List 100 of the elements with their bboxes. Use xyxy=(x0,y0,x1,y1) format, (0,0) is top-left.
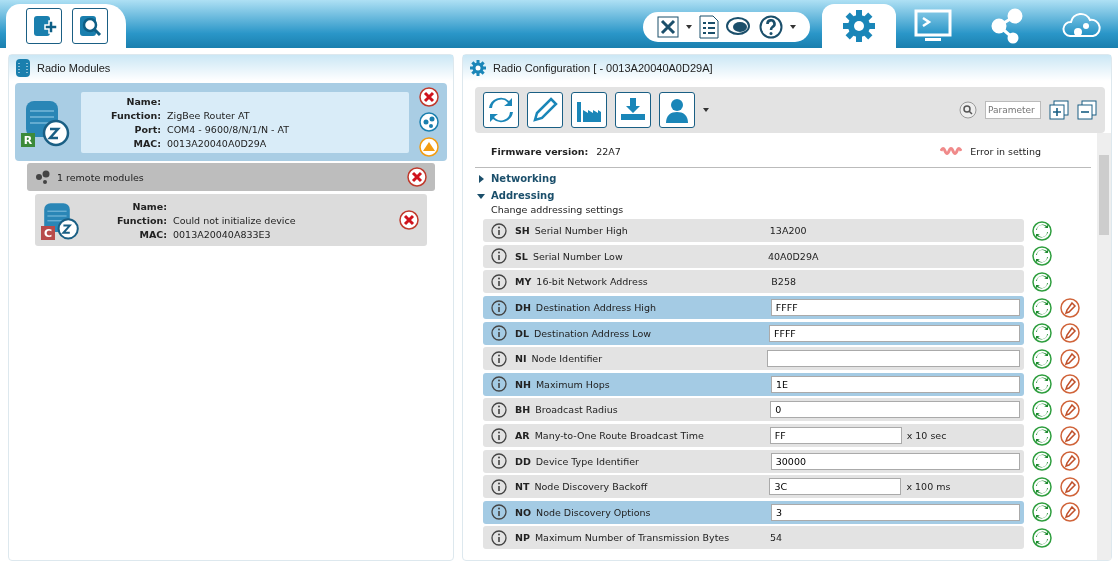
refresh-icon[interactable] xyxy=(1032,425,1052,446)
refresh-icon[interactable] xyxy=(1032,272,1052,292)
parameter-code: SH xyxy=(515,225,530,237)
parameter-name: Many-to-One Route Broadcast Time xyxy=(534,430,705,442)
info-icon[interactable] xyxy=(491,401,507,418)
write-icon[interactable] xyxy=(1060,323,1080,344)
refresh-icon[interactable] xyxy=(1032,246,1052,267)
legend-text: Error in setting xyxy=(970,145,1041,157)
checklist-icon[interactable] xyxy=(699,15,719,39)
info-icon[interactable] xyxy=(491,478,507,495)
info-icon[interactable] xyxy=(491,453,507,470)
parameter-name: Node Discovery Backoff xyxy=(534,481,649,493)
info-icon[interactable] xyxy=(491,427,507,444)
panel-title: Radio Modules xyxy=(37,62,111,74)
write-icon[interactable] xyxy=(1060,425,1080,446)
info-icon[interactable] xyxy=(491,274,507,290)
close-icon[interactable] xyxy=(419,87,439,107)
info-icon[interactable] xyxy=(491,299,507,316)
parameter-input[interactable]: FFFF xyxy=(768,324,1020,342)
info-icon[interactable] xyxy=(491,325,507,342)
expand-all-icon[interactable] xyxy=(1049,100,1069,120)
parameter-input[interactable]: 30000 xyxy=(770,452,1020,470)
parameter-input[interactable]: 3 xyxy=(771,503,1020,521)
close-icon[interactable] xyxy=(407,167,427,187)
field-label: Port: xyxy=(133,123,161,135)
write-icon[interactable] xyxy=(1060,502,1080,523)
parameter-name: Maximum Number of Transmission Bytes xyxy=(534,532,731,544)
unit-label: x 10 sec xyxy=(906,430,947,442)
parameter-input[interactable]: FF xyxy=(769,427,902,445)
refresh-icon[interactable] xyxy=(1032,399,1052,420)
refresh-icon[interactable] xyxy=(1032,323,1052,344)
remote-modules-header[interactable]: 1 remote modules xyxy=(27,163,435,191)
refresh-icon[interactable] xyxy=(1032,476,1052,497)
role-badge: C xyxy=(41,226,55,240)
close-icon[interactable] xyxy=(399,210,419,230)
info-icon[interactable] xyxy=(491,376,507,393)
firmware-label: Firmware version: xyxy=(491,145,589,157)
section-header[interactable]: Addressing xyxy=(475,187,1091,204)
section-header[interactable]: Networking xyxy=(475,170,1091,187)
info-icon[interactable] xyxy=(491,248,507,265)
field-label: MAC: xyxy=(138,228,167,240)
write-icon[interactable] xyxy=(1060,297,1080,318)
firmware-value: 22A7 xyxy=(596,145,621,157)
refresh-icon[interactable] xyxy=(1032,451,1052,472)
parameter-code: BH xyxy=(515,404,531,416)
info-icon[interactable] xyxy=(491,529,507,546)
parameter-name: Device Type Identifier xyxy=(535,455,640,467)
collapse-all-icon[interactable] xyxy=(1077,100,1097,120)
parameter-input[interactable]: 0 xyxy=(770,401,1020,419)
parameter-code: DH xyxy=(515,302,531,314)
scrollbar[interactable] xyxy=(1097,133,1111,560)
parameter-code: DD xyxy=(515,455,531,467)
parameter-code: SL xyxy=(515,250,528,262)
gear-icon xyxy=(469,59,487,77)
search-field[interactable]: Parameter xyxy=(985,101,1041,119)
refresh-icon[interactable] xyxy=(1032,348,1052,369)
parameter-input[interactable]: 3C xyxy=(769,478,902,496)
monitor-icon[interactable] xyxy=(913,8,953,44)
local-module-card[interactable]: R Name: Function: ZigBee Router AT Port: COM4 - 9600/8/N/1/N - AT MAC: 0013A20040A0D29A xyxy=(15,83,447,161)
network-icon[interactable] xyxy=(989,8,1025,44)
write-icon[interactable] xyxy=(1060,348,1080,369)
field-label: Name: xyxy=(125,95,161,107)
parameter-value: 54 xyxy=(769,532,782,544)
refresh-icon[interactable] xyxy=(1032,297,1052,318)
field-value: ZigBee Router AT xyxy=(167,109,251,121)
caret-icon[interactable] xyxy=(703,108,709,112)
field-value: COM4 - 9600/8/N/1/N - AT xyxy=(167,123,291,135)
write-icon[interactable] xyxy=(1060,374,1080,395)
parameter-name: Destination Address Low xyxy=(533,327,653,339)
parameter-input[interactable] xyxy=(766,350,1020,368)
caret-icon[interactable] xyxy=(686,25,692,29)
refresh-icon[interactable] xyxy=(1032,374,1052,395)
write-icon[interactable] xyxy=(1060,399,1080,420)
configuration-tab[interactable] xyxy=(822,4,896,48)
info-icon[interactable] xyxy=(491,222,507,239)
parameter-name: Maximum Hops xyxy=(535,378,611,390)
gear-icon[interactable] xyxy=(841,8,877,44)
info-icon[interactable] xyxy=(491,504,507,521)
refresh-icon[interactable] xyxy=(1032,220,1052,241)
refresh-icon[interactable] xyxy=(1032,527,1052,548)
panel-title: Radio Configuration [ - 0013A20040A0D29A] xyxy=(493,62,713,74)
refresh-icon[interactable] xyxy=(1032,502,1052,523)
parameter-code: NI xyxy=(515,353,527,365)
parameter-input[interactable]: 1E xyxy=(770,375,1020,393)
field-value: 0013A20040A833E3 xyxy=(173,228,272,240)
radio-module-icon xyxy=(15,58,31,78)
error-squiggle-icon xyxy=(940,146,963,156)
search-icon xyxy=(959,101,977,119)
section-description: Change addressing settings xyxy=(490,204,625,217)
parameter-name: Serial Number Low xyxy=(532,250,624,262)
info-icon[interactable] xyxy=(491,350,507,367)
parameter-name: Node Identifier xyxy=(531,353,604,365)
write-icon[interactable] xyxy=(1060,451,1080,472)
write-icon[interactable] xyxy=(1060,476,1080,497)
parameter-input[interactable]: FFFF xyxy=(770,299,1020,317)
network-icon[interactable] xyxy=(419,112,439,132)
help-icon[interactable] xyxy=(759,15,783,39)
parameter-code: NH xyxy=(515,378,531,390)
caret-icon[interactable] xyxy=(790,25,796,29)
remote-module-card[interactable]: C Name: Function: Could not initialize device MAC: 0013A20040A833E3 xyxy=(35,194,427,246)
